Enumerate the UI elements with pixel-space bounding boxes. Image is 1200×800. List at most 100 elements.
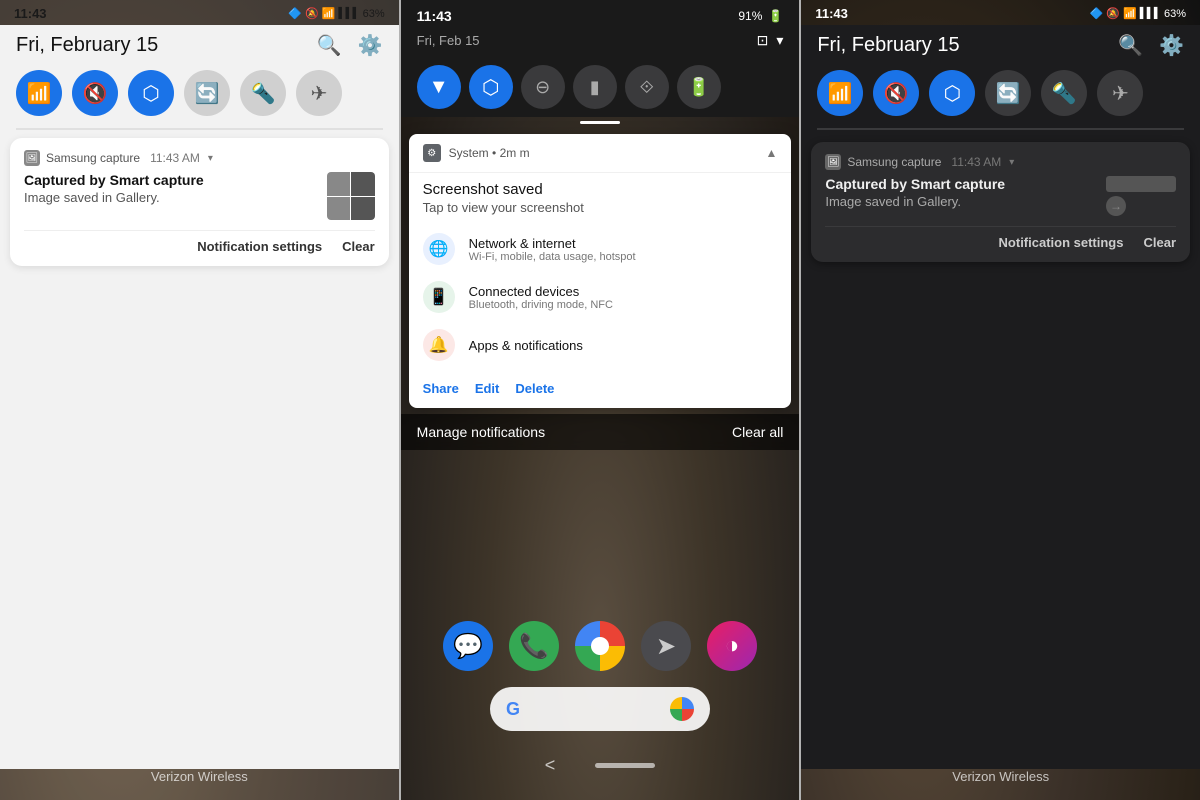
clear-all-btn[interactable]: Clear all: [732, 424, 783, 440]
screenshot-expand-icon[interactable]: ▲: [765, 146, 777, 160]
search-icon-right[interactable]: 🔍: [1118, 33, 1143, 58]
screenshot-time-val: 2m: [500, 146, 517, 160]
notif-actions-right: Notification settings Clear: [825, 226, 1176, 250]
tile-flash-center[interactable]: ▮: [573, 65, 617, 109]
share-btn[interactable]: Share: [423, 381, 459, 396]
chrome-app-icon[interactable]: [575, 621, 625, 671]
dnd-icon-center: ⊖: [535, 77, 550, 98]
center-icons: ⊡ ▾: [757, 32, 784, 49]
wifi-icon-center: ▼: [429, 76, 449, 99]
delete-btn[interactable]: Delete: [515, 381, 554, 396]
notif-header-left: 🖼 Samsung capture 11:43 AM ▾: [24, 150, 375, 166]
status-bar-right: 11:43 🔷 🔕 📶 ▌▌▌ 63%: [801, 0, 1200, 25]
notif-main-left: Captured by Smart capture Image saved in…: [24, 172, 375, 220]
screenshot-subtitle: Tap to view your screenshot: [409, 200, 792, 221]
manage-notifications-btn[interactable]: Manage notifications: [417, 424, 545, 440]
edit-btn[interactable]: Edit: [475, 381, 500, 396]
tile-battery-center[interactable]: 🔋: [677, 65, 721, 109]
tile-bt-right[interactable]: ⬡: [929, 70, 975, 116]
settings-item-network[interactable]: 🌐 Network & internet Wi-Fi, mobile, data…: [409, 225, 792, 273]
network-icon: 🌐: [423, 233, 455, 265]
notif-body-left: Image saved in Gallery.: [24, 190, 204, 205]
notif-settings-btn-left[interactable]: Notification settings: [197, 239, 322, 254]
shade-divider-right: [817, 128, 1184, 130]
tile-rotate-left[interactable]: 🔄: [184, 70, 230, 116]
settings-icon-left[interactable]: ⚙️: [358, 33, 383, 58]
dock-icons: 💬 📞 ➤ ◑: [443, 621, 757, 671]
tile-flash-right[interactable]: 🔦: [1041, 70, 1087, 116]
apps-text: Apps & notifications: [469, 338, 583, 353]
tile-flash-left[interactable]: 🔦: [240, 70, 286, 116]
battery-icon-center: 🔋: [768, 9, 783, 23]
tile-mute-right[interactable]: 🔇: [873, 70, 919, 116]
apps-title: Apps & notifications: [469, 338, 583, 353]
signal-icon: ▌▌▌: [338, 8, 359, 19]
screenshot-actions: Share Edit Delete: [409, 373, 792, 408]
rotate-tile-icon-right: 🔄: [996, 81, 1021, 106]
status-icons-center: 91% 🔋: [738, 9, 783, 23]
google-search-bar[interactable]: G: [490, 687, 710, 731]
tile-bt-center[interactable]: ⬡: [469, 65, 513, 109]
tile-wifi-center[interactable]: ▼: [417, 65, 461, 109]
date-right: Fri, February 15: [817, 34, 959, 57]
notif-app-icon-left: 🖼: [24, 150, 40, 166]
flash-icon-center: ▮: [590, 77, 600, 98]
status-icons-right: 🔷 🔕 📶 ▌▌▌ 63%: [1090, 7, 1186, 20]
notif-expand-left[interactable]: ▾: [208, 153, 213, 164]
battery-center: 91%: [738, 9, 762, 23]
settings-item-apps[interactable]: 🔔 Apps & notifications: [409, 321, 792, 369]
tile-wifi-right[interactable]: 📶: [817, 70, 863, 116]
send-app-icon[interactable]: ➤: [641, 621, 691, 671]
signal-icon-center: ▾: [776, 32, 783, 49]
date-icons-left: 🔍 ⚙️: [317, 33, 383, 58]
notif-app-name-left: Samsung capture: [46, 151, 140, 165]
devices-sub: Bluetooth, driving mode, NFC: [469, 299, 613, 311]
tile-rotate-center[interactable]: ⟐: [625, 65, 669, 109]
tile-bluetooth-left[interactable]: ⬡: [128, 70, 174, 116]
messages-app-icon[interactable]: 💬: [443, 621, 493, 671]
screenshot-notification[interactable]: ⚙ System • 2m m ▲ Screenshot saved Tap t…: [409, 134, 792, 408]
notif-clear-btn-right[interactable]: Clear: [1143, 235, 1176, 250]
wifi-tile-icon: 📶: [27, 81, 52, 106]
right-panel: 11:43 🔷 🔕 📶 ▌▌▌ 63% Fri, February 15 🔍 ⚙…: [801, 0, 1200, 800]
notification-card-right[interactable]: 🖼 Samsung capture 11:43 AM ▾ Captured by…: [811, 142, 1190, 262]
carrier-left: Verizon Wireless: [0, 769, 399, 800]
nav-home-pill[interactable]: [595, 763, 655, 768]
nav-back-icon[interactable]: <: [545, 755, 556, 776]
notif-main-right: Captured by Smart capture Image saved in…: [825, 176, 1176, 216]
notif-text-left: Captured by Smart capture Image saved in…: [24, 172, 204, 205]
bluetooth-icon: 🔷: [288, 7, 302, 20]
tile-mute-left[interactable]: 🔇: [72, 70, 118, 116]
screenshot-header: ⚙ System • 2m m ▲: [409, 134, 792, 173]
pixel-app-icon[interactable]: ◑: [707, 621, 757, 671]
bluetooth-icon-right: 🔷: [1090, 7, 1104, 20]
notif-clear-btn-left[interactable]: Clear: [342, 239, 375, 254]
phone-app-icon[interactable]: 📞: [509, 621, 559, 671]
google-assistant-icon[interactable]: [670, 697, 694, 721]
quick-tiles-center: ▼ ⬡ ⊖ ▮ ⟐ 🔋: [401, 57, 800, 117]
notif-time-left: 11:43 AM: [150, 151, 200, 165]
tile-wifi-left[interactable]: 📶: [16, 70, 62, 116]
battery-icon: 63%: [363, 8, 385, 20]
notif-expand-right[interactable]: ▾: [1009, 157, 1014, 168]
mute-tile-icon-right: 🔇: [884, 81, 909, 106]
nav-bar-center: <: [545, 747, 656, 780]
notification-card-left[interactable]: 🖼 Samsung capture 11:43 AM ▾ Captured by…: [10, 138, 389, 266]
tile-dnd-center[interactable]: ⊖: [521, 65, 565, 109]
tile-airplane-left[interactable]: ✈: [296, 70, 342, 116]
settings-item-devices[interactable]: 📱 Connected devices Bluetooth, driving m…: [409, 273, 792, 321]
settings-icon-right[interactable]: ⚙️: [1159, 33, 1184, 58]
date-icons-right: 🔍 ⚙️: [1118, 33, 1184, 58]
notif-settings-btn-right[interactable]: Notification settings: [999, 235, 1124, 250]
notif-title-left: Captured by Smart capture: [24, 172, 204, 188]
manage-bar: Manage notifications Clear all: [401, 414, 800, 450]
shade-dark: Fri, February 15 🔍 ⚙️ 📶 🔇 ⬡ 🔄: [801, 25, 1200, 769]
tile-airplane-right[interactable]: ✈: [1097, 70, 1143, 116]
screenshot-title: Screenshot saved: [409, 173, 792, 200]
devices-icon: 📱: [423, 281, 455, 313]
left-panel: 11:43 🔷 🔕 📶 ▌▌▌ 63% Fri, February 15 🔍 ⚙…: [0, 0, 399, 800]
battery-icon-right: 63%: [1164, 8, 1186, 20]
search-icon-left[interactable]: 🔍: [317, 33, 342, 58]
battery-tile-icon-center: 🔋: [687, 77, 709, 98]
tile-rotate-right[interactable]: 🔄: [985, 70, 1031, 116]
